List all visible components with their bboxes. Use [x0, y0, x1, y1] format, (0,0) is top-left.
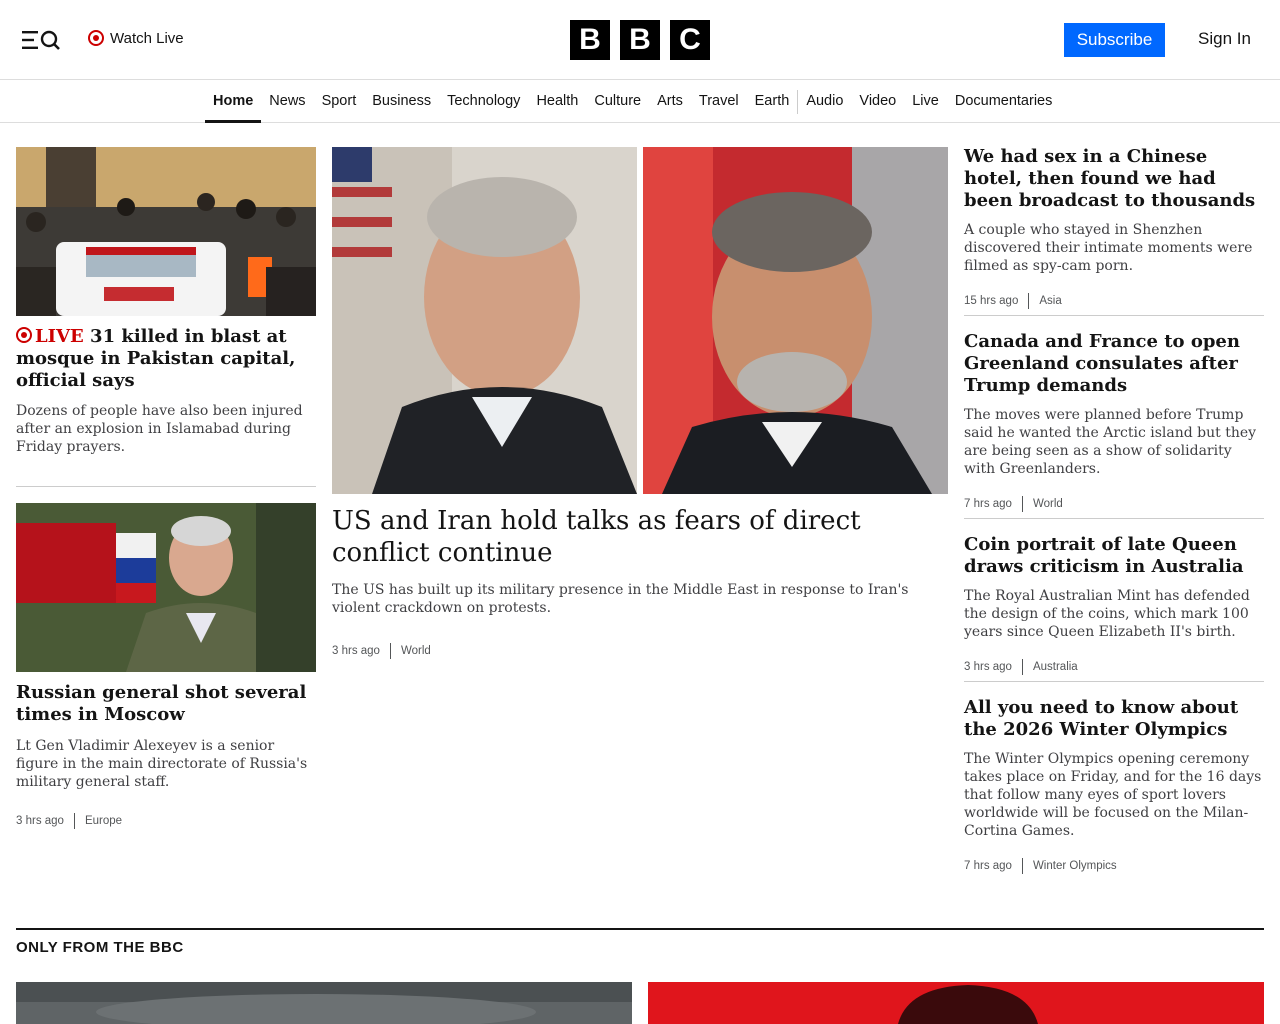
story-headline[interactable]: We had sex in a Chinese hotel, then foun…: [964, 146, 1264, 212]
story-time: 7 hrs ago: [964, 860, 1012, 872]
story-summary: The US has built up its military presenc…: [332, 582, 909, 616]
story-us-iran-talks[interactable]: US and Iran hold talks as fears of direc…: [332, 505, 948, 659]
story-summary: A couple who stayed in Shenzhen discover…: [964, 222, 1253, 274]
story-headline[interactable]: All you need to know about the 2026 Wint…: [964, 697, 1264, 741]
meta-separator: [389, 643, 391, 659]
story-category[interactable]: World: [1033, 498, 1063, 510]
story-category[interactable]: Asia: [1039, 295, 1061, 307]
story-summary: Dozens of people have also been injured …: [16, 403, 303, 455]
section-story-image[interactable]: [16, 982, 632, 1024]
story-headline[interactable]: Canada and France to open Greenland cons…: [964, 331, 1264, 397]
bbc-logo[interactable]: B B C: [570, 20, 710, 60]
story-time: 3 hrs ago: [332, 645, 380, 657]
site-header: Watch Live B B C Subscribe Sign In: [0, 0, 1280, 80]
story-meta: 3 hrs ago World: [332, 643, 948, 659]
nav-item-news[interactable]: News: [261, 81, 313, 123]
nav-list: Home News Sport Business Technology Heal…: [205, 81, 1060, 123]
story-pakistan-blast[interactable]: LIVE 31 killed in blast at mosque in Pak…: [16, 326, 316, 456]
nav-item-live[interactable]: Live: [904, 81, 947, 123]
story-summary: Lt Gen Vladimir Alexeyev is a senior fig…: [16, 738, 308, 790]
story-summary: The moves were planned before Trump said…: [964, 407, 1257, 477]
meta-separator: [1028, 293, 1030, 309]
story-greenland-consulates[interactable]: Canada and France to open Greenland cons…: [964, 331, 1264, 512]
live-icon: [16, 327, 32, 343]
story-meta: 7 hrs ago Winter Olympics: [964, 858, 1264, 874]
nav-item-arts[interactable]: Arts: [649, 81, 691, 123]
nav-item-audio[interactable]: Audio: [798, 81, 851, 123]
logo-letter: B: [570, 20, 610, 60]
sign-in-link[interactable]: Sign In: [1198, 29, 1251, 49]
story-headline[interactable]: US and Iran hold talks as fears of direc…: [332, 505, 948, 569]
story-image-us-iran-talks[interactable]: [332, 147, 948, 494]
nav-item-earth[interactable]: Earth: [747, 81, 798, 123]
logo-letter: B: [620, 20, 660, 60]
story-category[interactable]: Winter Olympics: [1033, 860, 1117, 872]
story-russian-general[interactable]: Russian general shot several times in Mo…: [16, 682, 316, 829]
story-meta: 7 hrs ago World: [964, 496, 1264, 512]
nav-item-video[interactable]: Video: [851, 81, 904, 123]
story-headline[interactable]: Coin portrait of late Queen draws critic…: [964, 534, 1264, 578]
meta-separator: [1021, 659, 1023, 675]
section-rule: [16, 928, 1264, 930]
story-meta: 15 hrs ago Asia: [964, 293, 1264, 309]
subscribe-button[interactable]: Subscribe: [1064, 23, 1165, 57]
meta-separator: [1021, 496, 1023, 512]
story-time: 15 hrs ago: [964, 295, 1019, 307]
story-chinese-hotel[interactable]: We had sex in a Chinese hotel, then foun…: [964, 146, 1264, 309]
nav-item-home[interactable]: Home: [205, 81, 262, 123]
nav-item-health[interactable]: Health: [528, 81, 586, 123]
meta-separator: [1021, 858, 1023, 874]
story-winter-olympics[interactable]: All you need to know about the 2026 Wint…: [964, 697, 1264, 874]
watch-live-label: Watch Live: [110, 29, 184, 47]
divider: [16, 486, 316, 487]
section-story-image[interactable]: [648, 982, 1264, 1024]
story-category[interactable]: Europe: [85, 815, 122, 827]
meta-separator: [73, 813, 75, 829]
story-summary: The Winter Olympics opening ceremony tak…: [964, 751, 1262, 839]
nav-item-documentaries[interactable]: Documentaries: [947, 81, 1061, 123]
live-badge: LIVE: [16, 326, 84, 347]
nav-item-culture[interactable]: Culture: [586, 81, 649, 123]
story-headline[interactable]: Russian general shot several times in Mo…: [16, 682, 316, 726]
story-headline[interactable]: LIVE 31 killed in blast at mosque in Pak…: [16, 326, 316, 392]
divider: [964, 518, 1264, 519]
menu-search-button[interactable]: [20, 28, 62, 52]
story-category[interactable]: World: [401, 645, 431, 657]
divider: [964, 681, 1264, 682]
story-time: 3 hrs ago: [16, 815, 64, 827]
story-category[interactable]: Australia: [1033, 661, 1078, 673]
story-queen-coin[interactable]: Coin portrait of late Queen draws critic…: [964, 534, 1264, 675]
menu-icon: [22, 30, 60, 50]
story-meta: 3 hrs ago Australia: [964, 659, 1264, 675]
nav-item-travel[interactable]: Travel: [691, 81, 747, 123]
logo-letter: C: [670, 20, 710, 60]
story-time: 7 hrs ago: [964, 498, 1012, 510]
story-image-pakistan-blast[interactable]: [16, 147, 316, 316]
nav-item-sport[interactable]: Sport: [314, 81, 365, 123]
nav-item-technology[interactable]: Technology: [439, 81, 528, 123]
story-meta: 3 hrs ago Europe: [16, 813, 316, 829]
live-label: LIVE: [35, 326, 84, 347]
story-image-russian-general[interactable]: [16, 503, 316, 672]
main-nav: Home News Sport Business Technology Heal…: [0, 81, 1280, 123]
watch-live-link[interactable]: Watch Live: [88, 28, 184, 48]
story-summary: The Royal Australian Mint has defended t…: [964, 588, 1250, 640]
divider: [964, 315, 1264, 316]
section-title: ONLY FROM THE BBC: [16, 939, 184, 956]
nav-item-business[interactable]: Business: [364, 81, 439, 123]
story-time: 3 hrs ago: [964, 661, 1012, 673]
live-icon: [88, 30, 104, 46]
